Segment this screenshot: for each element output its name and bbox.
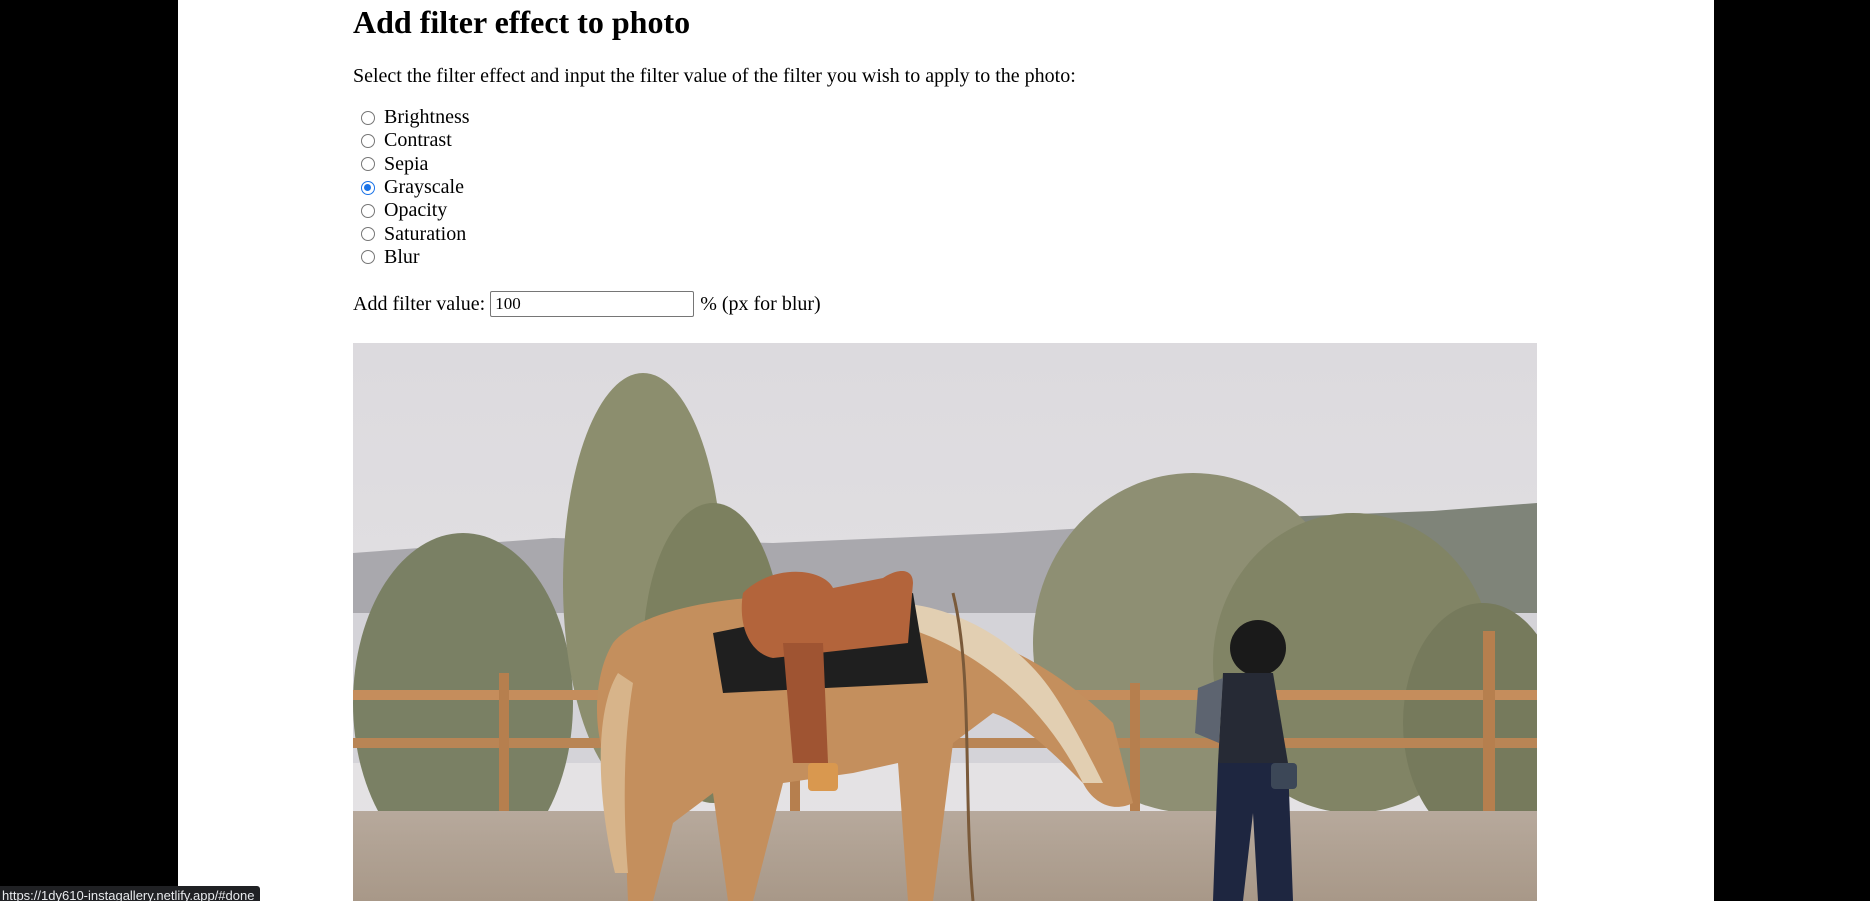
instruction-text: Select the filter effect and input the f… <box>353 65 1076 87</box>
filter-option-grayscale[interactable]: Grayscale <box>353 176 1653 199</box>
radio-brightness[interactable] <box>361 110 375 125</box>
page-title: Add filter effect to photo <box>353 4 691 40</box>
page: Add filter effect to photo Select the fi… <box>178 0 1714 901</box>
filter-option-saturation[interactable]: Saturation <box>353 222 1653 245</box>
filter-value-input[interactable] <box>490 291 695 318</box>
filter-unit-text: % (px for blur) <box>700 292 821 315</box>
radio-grayscale[interactable] <box>361 180 375 195</box>
filter-option-label: Opacity <box>384 199 448 222</box>
main-content: Add filter effect to photo Select the fi… <box>353 0 1653 318</box>
filter-option-blur[interactable]: Blur <box>353 246 1653 269</box>
filter-option-brightness[interactable]: Brightness <box>353 106 1653 129</box>
filter-option-label: Blur <box>384 245 420 268</box>
status-bar-url: https://1dy610-instagallery.netlify.app/… <box>0 886 261 901</box>
filter-options: Brightness Contrast Sepia Grayscale Opac… <box>353 106 1653 269</box>
filter-option-label: Grayscale <box>384 176 464 199</box>
filter-option-sepia[interactable]: Sepia <box>353 153 1653 176</box>
filter-option-label: Brightness <box>384 106 470 129</box>
radio-saturation[interactable] <box>361 227 375 242</box>
filter-value-row: Add filter value: % (px for blur) <box>353 291 1653 318</box>
filter-option-label: Saturation <box>384 222 467 245</box>
radio-blur[interactable] <box>361 250 375 265</box>
filter-option-label: Contrast <box>384 129 452 152</box>
filter-option-opacity[interactable]: Opacity <box>353 199 1653 222</box>
photo-image <box>353 343 1537 901</box>
radio-sepia[interactable] <box>361 157 375 172</box>
radio-contrast[interactable] <box>361 133 375 148</box>
photo-illustration <box>353 343 1537 901</box>
filter-value-label: Add filter value: <box>353 292 486 315</box>
filter-option-label: Sepia <box>384 152 429 175</box>
radio-opacity[interactable] <box>361 203 375 218</box>
filter-option-contrast[interactable]: Contrast <box>353 129 1653 152</box>
